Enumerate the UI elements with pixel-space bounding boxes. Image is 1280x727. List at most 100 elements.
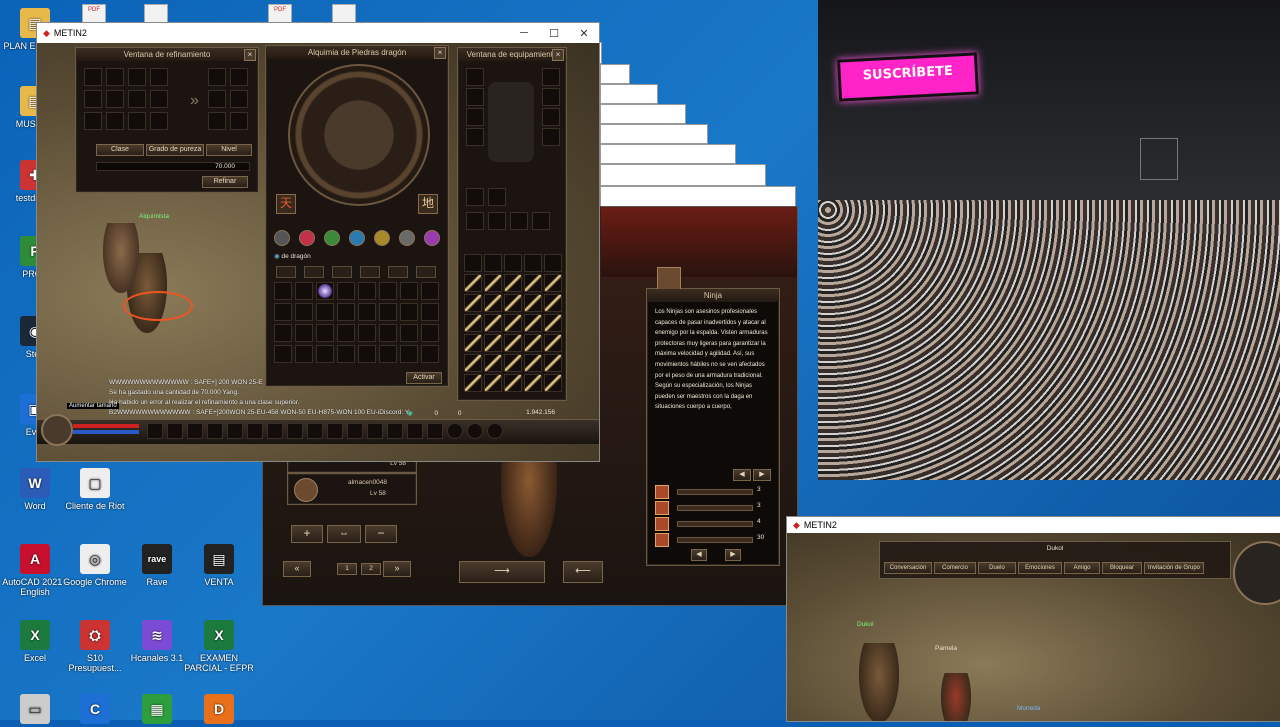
inventory-slot[interactable] — [504, 374, 522, 392]
alchemy-slot[interactable] — [316, 324, 334, 342]
alchemy-slot[interactable] — [400, 324, 418, 342]
alchemy-slot[interactable] — [358, 345, 376, 363]
inventory-slot[interactable] — [524, 294, 542, 312]
quickslot[interactable] — [287, 423, 303, 439]
quickslot[interactable] — [467, 423, 483, 439]
swap-character-button[interactable]: ⇔ — [327, 525, 361, 543]
menu-button[interactable]: Amigo — [1064, 562, 1100, 574]
grade-tab[interactable] — [360, 266, 380, 278]
quickslot[interactable] — [267, 423, 283, 439]
inventory-slot[interactable] — [524, 254, 542, 272]
result-slot[interactable] — [208, 112, 226, 130]
alchemy-slot[interactable] — [274, 345, 292, 363]
player-portrait[interactable] — [41, 414, 73, 446]
quickslot[interactable] — [147, 423, 163, 439]
alchemy-slot[interactable] — [421, 282, 439, 300]
quickslot[interactable] — [227, 423, 243, 439]
dragon-stone-tab[interactable] — [349, 230, 365, 246]
inventory-slot[interactable] — [464, 274, 482, 292]
alchemy-slot[interactable] — [295, 282, 313, 300]
refine-slot[interactable] — [84, 90, 102, 108]
alchemy-slot[interactable] — [421, 303, 439, 321]
inventory-slot[interactable] — [544, 334, 562, 352]
alchemy-slot[interactable] — [400, 282, 418, 300]
inventory-slot[interactable] — [484, 274, 502, 292]
grade-tab[interactable] — [388, 266, 408, 278]
refine-slot[interactable] — [150, 68, 168, 86]
equipment-slot[interactable] — [532, 212, 550, 230]
alchemy-slot[interactable] — [316, 345, 334, 363]
activate-button[interactable]: Activar — [406, 372, 442, 384]
inventory-slot[interactable] — [544, 274, 562, 292]
refine-slot[interactable] — [106, 112, 124, 130]
quickslot[interactable] — [327, 423, 343, 439]
menu-button[interactable]: Emociones — [1018, 562, 1062, 574]
quickslot[interactable] — [447, 423, 463, 439]
stats-next-button[interactable]: ▶ — [725, 549, 741, 561]
glyph-heaven[interactable]: 天 — [276, 194, 296, 214]
alchemy-slot[interactable] — [400, 345, 418, 363]
prev-page-button[interactable]: « — [283, 561, 311, 577]
inventory-slot[interactable] — [544, 294, 562, 312]
inventory-slot[interactable] — [524, 334, 542, 352]
result-slot[interactable] — [230, 68, 248, 86]
equipment-slot[interactable] — [466, 212, 484, 230]
quickslot[interactable] — [407, 423, 423, 439]
equipment-slot[interactable] — [510, 212, 528, 230]
inventory-slot[interactable] — [504, 334, 522, 352]
inventory-slot[interactable] — [464, 334, 482, 352]
stacked-window[interactable] — [600, 64, 630, 84]
alchemy-slot[interactable] — [316, 282, 334, 300]
inventory-slot[interactable] — [504, 254, 522, 272]
desktop-icon[interactable]: ◎ Google Chrome — [60, 544, 130, 587]
glyph-earth[interactable]: 地 — [418, 194, 438, 214]
alchemy-slot[interactable] — [358, 324, 376, 342]
close-icon[interactable]: × — [434, 47, 446, 59]
dragon-stone-tab[interactable] — [424, 230, 440, 246]
close-icon[interactable]: × — [552, 49, 564, 61]
remove-character-button[interactable]: − — [365, 525, 397, 543]
desktop-icon[interactable]: ≋ Hcanales 3.1 — [122, 620, 192, 663]
quickslot[interactable] — [367, 423, 383, 439]
alchemy-slot[interactable] — [337, 282, 355, 300]
dragon-stone-tab[interactable] — [399, 230, 415, 246]
inventory-slot[interactable] — [504, 274, 522, 292]
inventory-slot[interactable] — [484, 314, 502, 332]
alchemy-slot[interactable] — [421, 345, 439, 363]
stacked-window[interactable] — [600, 164, 766, 186]
inventory-slot[interactable] — [524, 274, 542, 292]
alchemy-slot[interactable] — [274, 282, 292, 300]
equipment-slot[interactable] — [542, 88, 560, 106]
char-slot-2[interactable]: almacen0048 Lv 58 — [287, 473, 417, 505]
subscribe-badge[interactable]: SUSCRÍBETE — [836, 52, 980, 102]
inventory-slot[interactable] — [464, 294, 482, 312]
quickslot[interactable] — [347, 423, 363, 439]
class-button[interactable]: Clase — [96, 144, 144, 156]
close-button[interactable]: ✕ — [569, 27, 599, 40]
game-world[interactable]: Dukol Conversación Comercio Duelo Emociones… — [787, 533, 1280, 721]
inventory-slot[interactable] — [524, 374, 542, 392]
equipment-slot[interactable] — [466, 188, 484, 206]
back-button[interactable]: ⟵ — [563, 561, 603, 583]
inventory-slot[interactable] — [464, 374, 482, 392]
alchemy-slot[interactable] — [379, 324, 397, 342]
inventory-slot[interactable] — [544, 254, 562, 272]
dragon-stone-tab[interactable] — [274, 230, 290, 246]
inventory-slot[interactable] — [464, 314, 482, 332]
menu-button[interactable]: Invitación de Grupo — [1144, 562, 1204, 574]
class-next-button[interactable]: ▶ — [753, 469, 771, 481]
desktop-icon[interactable]: ⛭ S10 Presupuest... — [60, 620, 130, 673]
menu-button[interactable]: Conversación — [884, 562, 932, 574]
equipment-slot[interactable] — [466, 88, 484, 106]
quickslot[interactable] — [307, 423, 323, 439]
alchemy-slot[interactable] — [337, 324, 355, 342]
inventory-slot[interactable] — [544, 374, 562, 392]
minimap[interactable] — [1233, 541, 1280, 605]
alchemy-slot[interactable] — [379, 282, 397, 300]
inventory-slot[interactable] — [484, 374, 502, 392]
quickslot[interactable] — [207, 423, 223, 439]
equipment-slot[interactable] — [466, 128, 484, 146]
result-slot[interactable] — [230, 112, 248, 130]
stats-prev-button[interactable]: ◀ — [691, 549, 707, 561]
inventory-slot[interactable] — [504, 294, 522, 312]
